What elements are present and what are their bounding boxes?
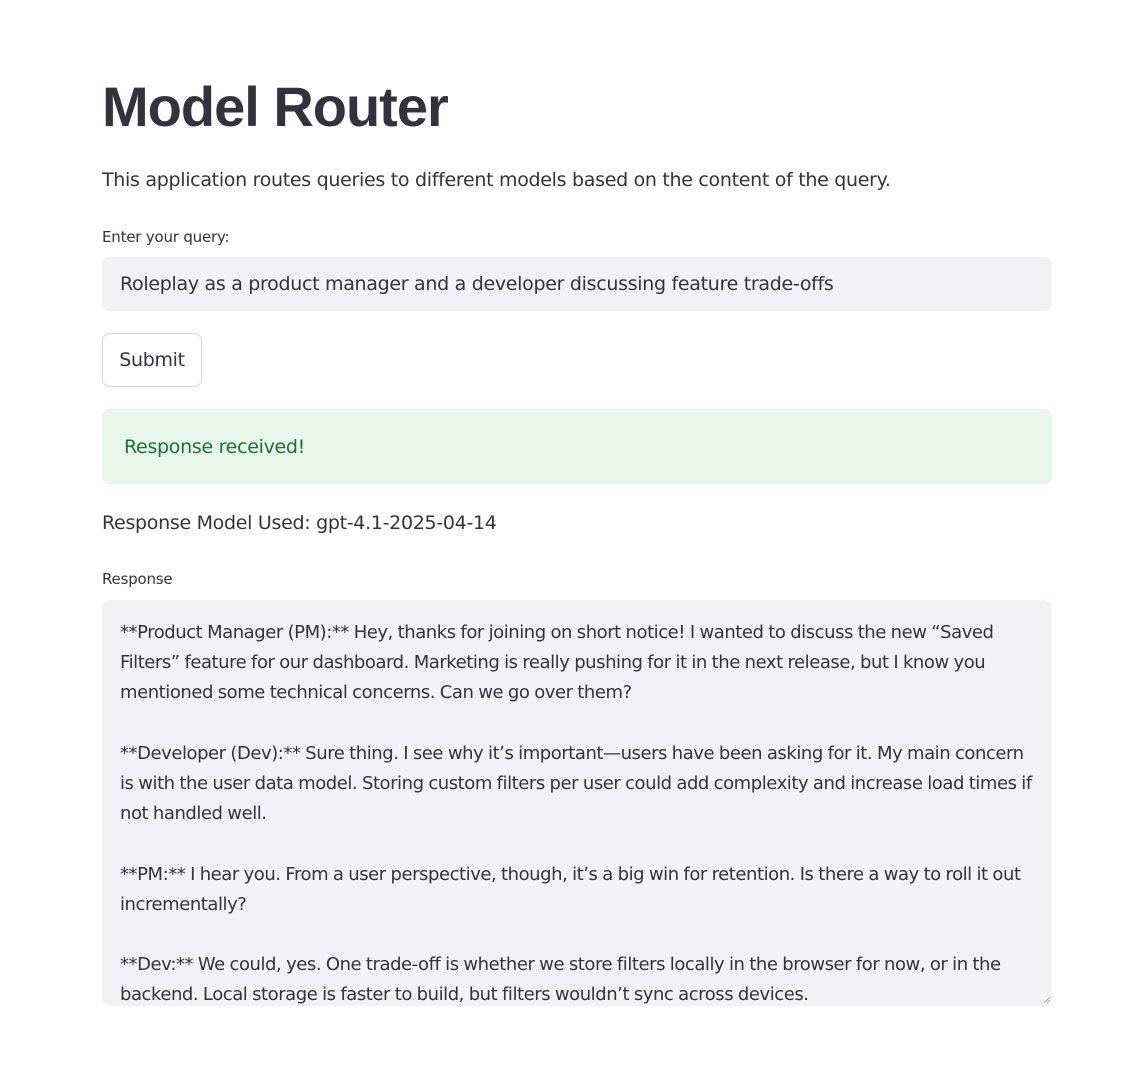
submit-button[interactable]: Submit: [102, 333, 202, 387]
app-page: Model Router This application routes que…: [0, 0, 1131, 1087]
page-description: This application routes queries to diffe…: [102, 169, 891, 191]
success-message: Response received!: [124, 435, 306, 458]
page-title: Model Router: [102, 75, 449, 138]
model-used-text: Response Model Used: gpt-4.1-2025-04-14: [102, 512, 497, 534]
resize-grip-icon[interactable]: [1043, 996, 1051, 1004]
response-textarea[interactable]: **Product Manager (PM):** Hey, thanks fo…: [102, 600, 1052, 1006]
success-alert: Response received!: [102, 409, 1052, 484]
query-label: Enter your query:: [102, 228, 230, 246]
response-label: Response: [102, 570, 173, 588]
query-input[interactable]: [102, 257, 1052, 311]
